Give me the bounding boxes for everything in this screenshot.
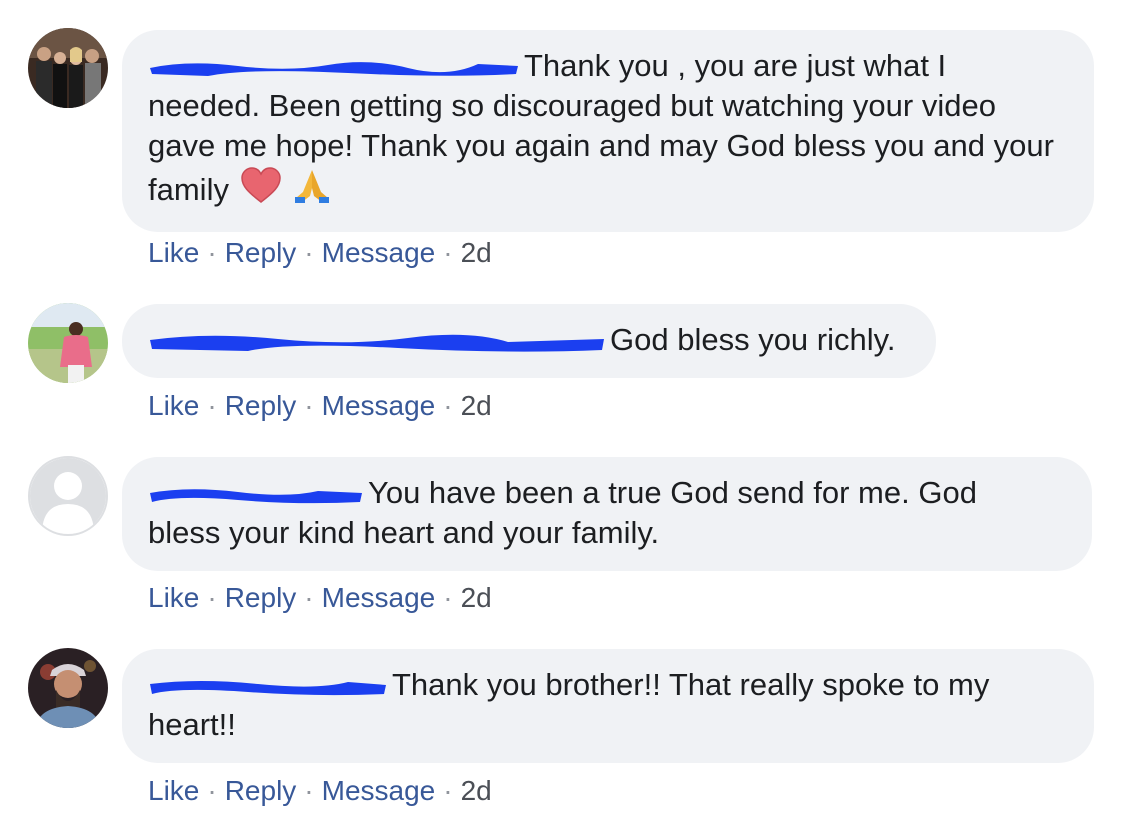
comment-bubble: Thank you brother!! That really spoke to… bbox=[122, 649, 1094, 763]
like-link[interactable]: Like bbox=[148, 582, 199, 613]
reply-link[interactable]: Reply bbox=[225, 237, 297, 268]
comment-actions: Like · Reply · Message · 2d bbox=[148, 390, 492, 421]
message-link[interactable]: Message bbox=[322, 237, 436, 268]
like-link[interactable]: Like bbox=[148, 775, 199, 806]
comment-text-continued: heart!! bbox=[148, 707, 236, 742]
like-link[interactable]: Like bbox=[148, 237, 199, 268]
comment-actions: Like · Reply · Message · 2d bbox=[148, 775, 492, 806]
avatar[interactable] bbox=[28, 28, 108, 108]
reply-link[interactable]: Reply bbox=[225, 582, 297, 613]
redacted-author-name bbox=[148, 675, 388, 697]
comment-text: God bless you richly. bbox=[610, 322, 896, 357]
comment-text-continued: needed. Been getting so discouraged but … bbox=[148, 88, 1054, 207]
comment-bubble: Thank you , you are just what I needed. … bbox=[122, 30, 1094, 232]
timestamp[interactable]: 2d bbox=[461, 582, 492, 613]
comment-text: Thank you brother!! That really spoke to… bbox=[392, 667, 990, 702]
redacted-author-name bbox=[148, 330, 606, 352]
timestamp[interactable]: 2d bbox=[461, 237, 492, 268]
avatar[interactable] bbox=[28, 303, 108, 383]
reply-link[interactable]: Reply bbox=[225, 390, 297, 421]
message-link[interactable]: Message bbox=[322, 582, 436, 613]
message-link[interactable]: Message bbox=[322, 390, 436, 421]
default-avatar-icon[interactable] bbox=[28, 456, 108, 536]
comment-text: Thank you , you are just what I bbox=[524, 48, 947, 83]
redacted-author-name bbox=[148, 483, 364, 505]
comment-bubble: You have been a true God send for me. Go… bbox=[122, 457, 1092, 571]
message-link[interactable]: Message bbox=[322, 775, 436, 806]
comment-actions: Like · Reply · Message · 2d bbox=[148, 237, 492, 268]
red-heart-icon bbox=[240, 166, 282, 214]
like-link[interactable]: Like bbox=[148, 390, 199, 421]
timestamp[interactable]: 2d bbox=[461, 390, 492, 421]
comment-text-continued: bless your kind heart and your family. bbox=[148, 515, 660, 550]
comment-bubble: God bless you richly. bbox=[122, 304, 936, 378]
reply-link[interactable]: Reply bbox=[225, 775, 297, 806]
timestamp[interactable]: 2d bbox=[461, 775, 492, 806]
comment-text: You have been a true God send for me. Go… bbox=[368, 475, 977, 510]
comment-actions: Like · Reply · Message · 2d bbox=[148, 582, 492, 613]
folded-hands-icon bbox=[292, 166, 332, 214]
avatar[interactable] bbox=[28, 648, 108, 728]
redacted-author-name bbox=[148, 56, 520, 78]
